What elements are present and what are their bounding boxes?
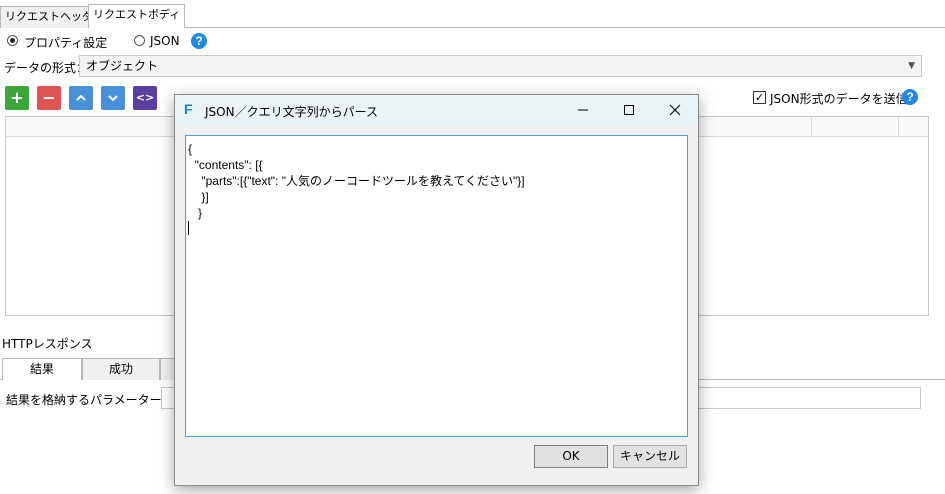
json-send-label: JSON形式のデータを送信 <box>770 92 908 106</box>
json-radio[interactable] <box>134 35 145 46</box>
remove-row-button[interactable]: − <box>37 86 61 110</box>
json-send-checkbox[interactable]: ✓ <box>753 91 766 104</box>
close-icon <box>669 104 681 116</box>
tab-result[interactable]: 結果 <box>2 358 82 380</box>
data-format-select[interactable]: オブジェクト ▼ <box>79 55 922 77</box>
property-radio[interactable] <box>7 35 18 46</box>
json-input-textarea[interactable]: { "contents": [{ "parts":[{"text": "人気のノ… <box>185 135 688 437</box>
data-format-label: データの形式： <box>4 61 89 75</box>
maximize-button[interactable] <box>606 95 652 125</box>
help-icon[interactable]: ? <box>191 33 207 49</box>
help-icon[interactable]: ? <box>902 89 918 105</box>
close-button[interactable] <box>652 95 698 125</box>
maximize-icon <box>624 105 634 115</box>
move-up-button[interactable] <box>69 86 93 110</box>
data-format-value: オブジェクト <box>86 59 159 73</box>
tab-request-body[interactable]: リクエストボディ <box>88 4 186 28</box>
f-app-icon: F <box>184 101 193 117</box>
minimize-icon <box>578 109 588 111</box>
param-name-label: 結果を格納するパラメーター名： <box>6 393 186 407</box>
http-response-title: HTTPレスポンス <box>2 337 93 351</box>
code-button[interactable]: <> <box>133 86 157 110</box>
ok-button[interactable]: OK <box>534 445 608 468</box>
add-row-button[interactable]: + <box>5 86 29 110</box>
json-input-text: { "contents": [{ "parts":[{"text": "人気のノ… <box>188 142 525 220</box>
dialog-title: JSON／クエリ文字列からパース <box>205 105 378 119</box>
minimize-button[interactable] <box>560 95 606 125</box>
cancel-button[interactable]: キャンセル <box>613 445 687 468</box>
property-radio-label: プロパティ設定 <box>24 36 108 50</box>
tab-success[interactable]: 成功 <box>82 358 160 380</box>
text-caret <box>188 221 189 235</box>
json-radio-label: JSON <box>150 34 180 48</box>
dialog-titlebar[interactable]: F JSON／クエリ文字列からパース <box>175 95 698 125</box>
chevron-up-icon <box>76 94 86 101</box>
chevron-down-icon <box>108 95 118 102</box>
parse-dialog: F JSON／クエリ文字列からパース { "contents": [{ "par… <box>174 94 699 486</box>
chevron-down-icon: ▼ <box>908 61 915 71</box>
move-down-button[interactable] <box>101 86 125 110</box>
